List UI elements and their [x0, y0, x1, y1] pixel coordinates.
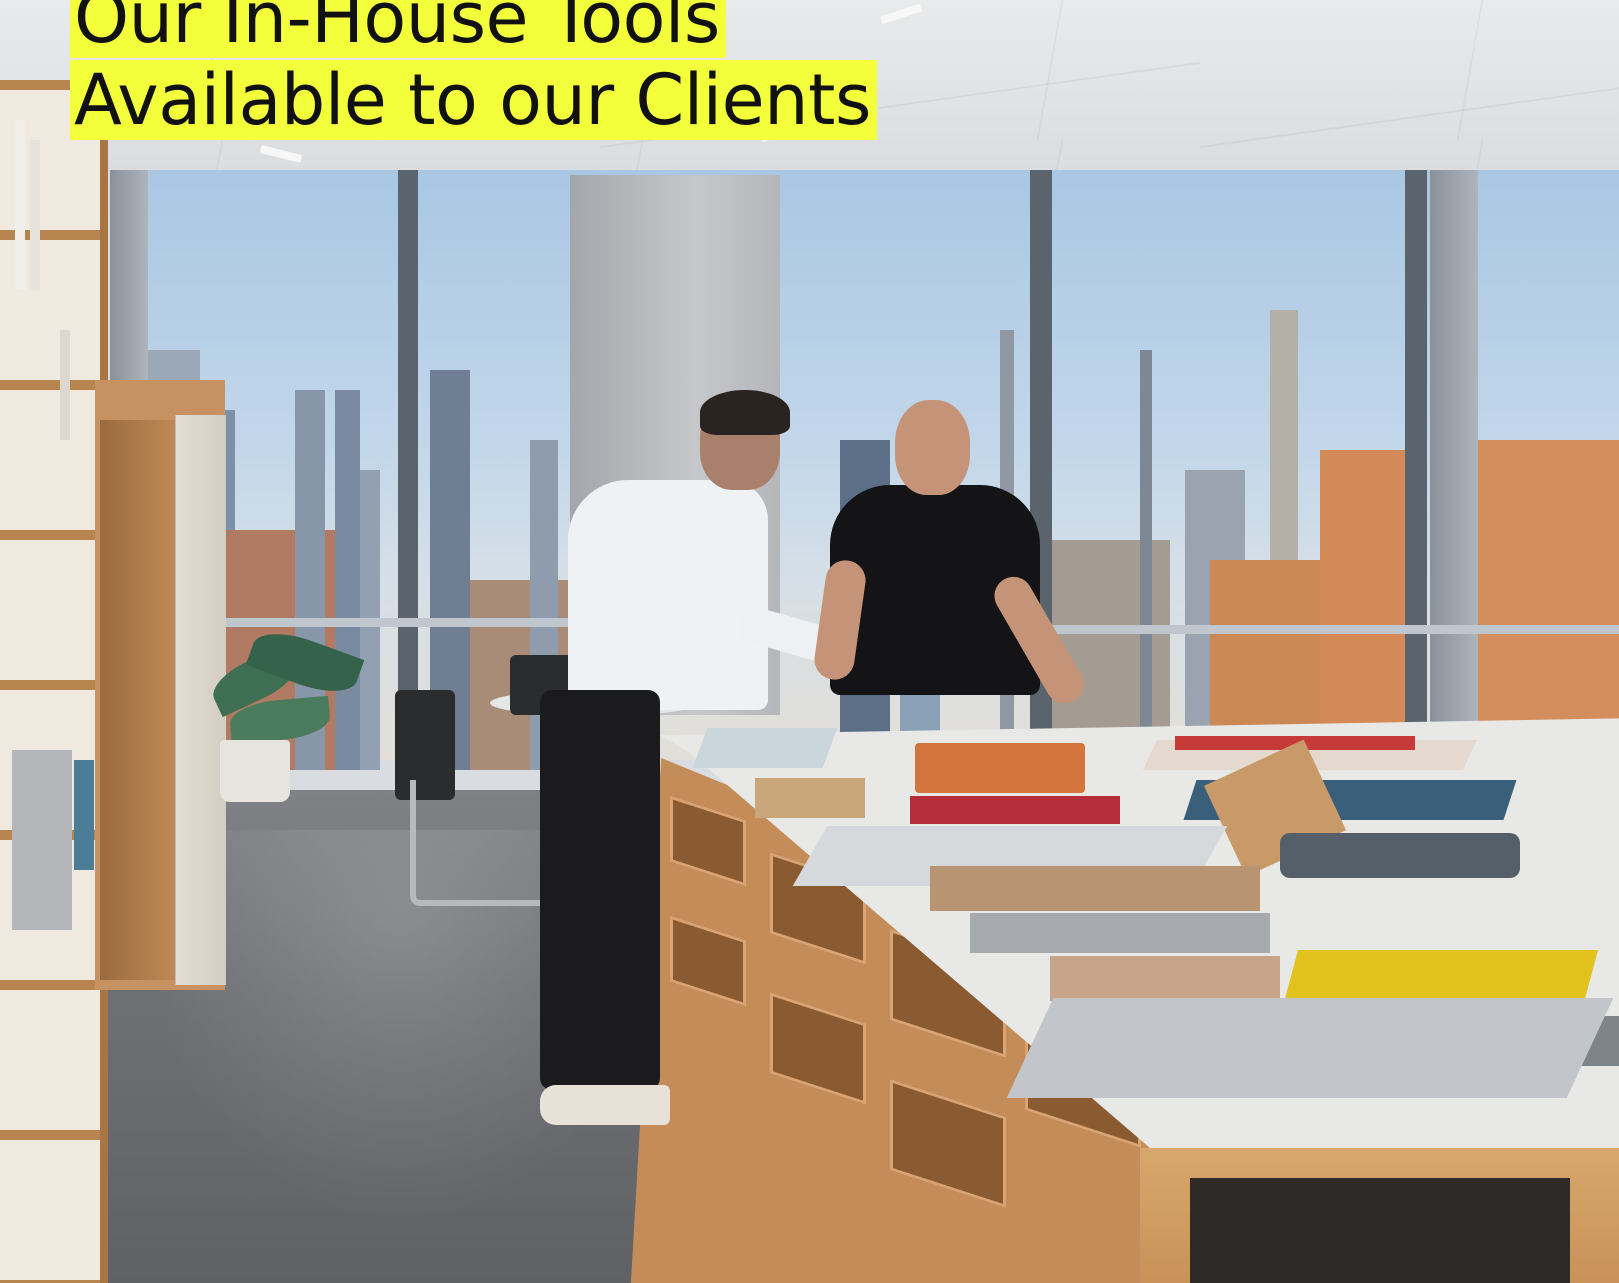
material-sample: [692, 728, 838, 768]
hero-photo: [0, 0, 1619, 1283]
book: [60, 330, 70, 440]
material-sample: [915, 743, 1085, 793]
window-mullion: [1405, 170, 1427, 770]
book: [74, 760, 94, 870]
window-column: [1430, 170, 1478, 790]
material-sample: [930, 866, 1260, 911]
materials-table: [630, 718, 1619, 1283]
person-shoes: [540, 1085, 670, 1125]
material-sample: [1050, 956, 1280, 1001]
person-hair: [700, 390, 790, 435]
table-end-shelf: [1190, 1178, 1570, 1283]
headline-line-1: Our In-House Tools: [70, 0, 726, 58]
person-head: [895, 400, 970, 495]
book: [12, 750, 72, 930]
plant-pot: [220, 740, 290, 802]
headline-line-2: Available to our Clients: [70, 60, 877, 140]
material-sample: [910, 796, 1120, 824]
material-sample: [1006, 998, 1614, 1098]
book: [15, 120, 25, 290]
material-sample: [970, 913, 1270, 953]
cabinet-shelf: [100, 420, 180, 980]
material-sample: [1280, 833, 1520, 878]
window-mullion: [398, 170, 418, 770]
material-sample: [755, 778, 865, 818]
person-shirt: [568, 480, 768, 710]
book: [30, 140, 40, 290]
person-trousers: [540, 690, 660, 1090]
window-rail: [220, 618, 570, 627]
page-headline: Our In-House Tools Available to our Clie…: [70, 0, 877, 140]
